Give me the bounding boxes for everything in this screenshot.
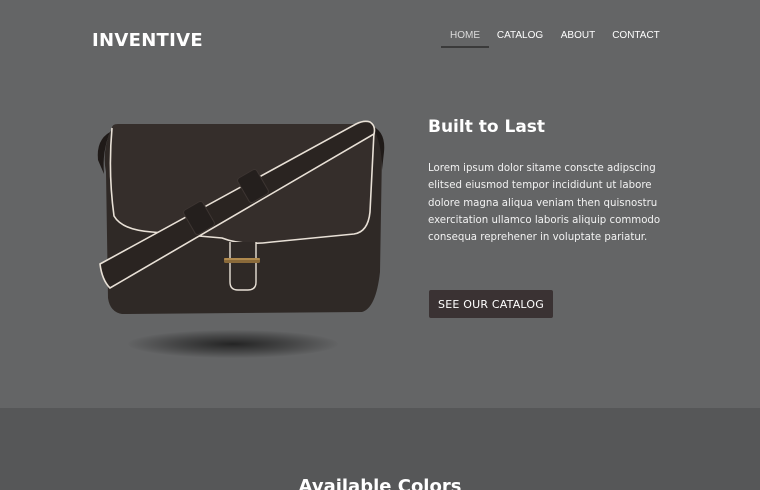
see-catalog-button[interactable]: SEE OUR CATALOG xyxy=(429,290,553,318)
main-nav: HOME CATALOG ABOUT CONTACT xyxy=(441,26,667,48)
site-header: INVENTIVE HOME CATALOG ABOUT CONTACT xyxy=(0,0,760,70)
available-colors-section: Available Colors xyxy=(0,408,760,490)
hero-title: Built to Last xyxy=(428,117,546,137)
nav-home[interactable]: HOME xyxy=(441,26,489,48)
messenger-bag-illustration xyxy=(97,120,385,314)
available-colors-title: Available Colors xyxy=(298,476,462,490)
nav-about[interactable]: ABOUT xyxy=(551,26,605,48)
hero-bag-image xyxy=(92,112,392,362)
site-logo[interactable]: INVENTIVE xyxy=(92,30,203,51)
nav-contact[interactable]: CONTACT xyxy=(605,26,667,48)
hero-description: Lorem ipsum dolor sitame conscte adipsci… xyxy=(428,163,661,244)
nav-catalog[interactable]: CATALOG xyxy=(489,26,551,48)
